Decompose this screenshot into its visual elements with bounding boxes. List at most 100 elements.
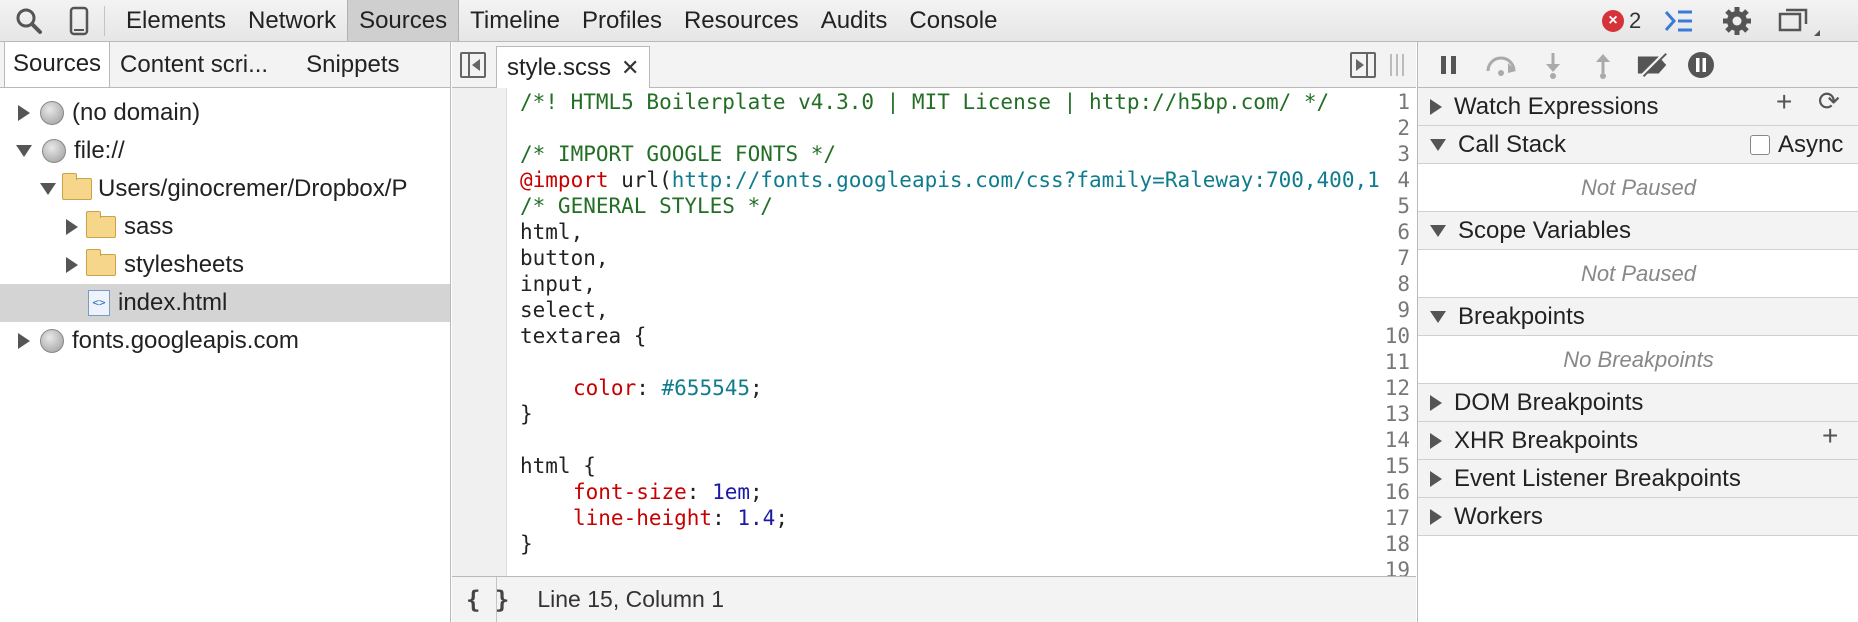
call-stack-empty: Not Paused [1418, 164, 1858, 212]
search-icon[interactable] [12, 4, 46, 38]
pretty-print-button[interactable]: { } [466, 586, 509, 614]
tab-content-scripts[interactable]: Content scri... [112, 43, 276, 87]
breakpoints-empty: No Breakpoints [1418, 336, 1858, 384]
workers-header[interactable]: Workers [1418, 498, 1858, 536]
expand-triangle-icon[interactable] [66, 257, 78, 273]
pane-title: Workers [1454, 502, 1543, 530]
tab-sources[interactable]: Sources [347, 0, 460, 41]
expand-triangle-icon[interactable] [1430, 98, 1442, 115]
tree-item-index-html[interactable]: <> index.html [0, 284, 450, 322]
event-listener-breakpoints-header[interactable]: Event Listener Breakpoints [1418, 460, 1858, 498]
expand-triangle-icon[interactable] [18, 105, 30, 121]
line-number[interactable]: 16 [1370, 479, 1410, 505]
tab-sources-navigator[interactable]: Sources [4, 42, 111, 87]
tab-profiles[interactable]: Profiles [571, 0, 673, 41]
line-number[interactable]: 15 [1370, 453, 1410, 479]
toggle-debugger-icon[interactable] [1350, 52, 1376, 78]
line-number[interactable]: 3 [1370, 141, 1410, 167]
tab-audits[interactable]: Audits [810, 0, 899, 41]
line-number[interactable]: 17 [1370, 505, 1410, 531]
tree-item-no-domain[interactable]: (no domain) [0, 94, 450, 132]
xhr-breakpoints-header[interactable]: XHR Breakpoints + [1418, 420, 1858, 460]
line-number[interactable]: 13 [1370, 401, 1410, 427]
console-drawer-icon[interactable] [1662, 4, 1696, 38]
code-line: @import url(http://fonts.googleapis.com/… [520, 167, 1380, 193]
code-line: /*! HTML5 Boilerplate v4.3.0 | MIT Licen… [520, 90, 1330, 114]
error-counter[interactable]: × 2 [1602, 8, 1641, 34]
panel-tabs: Elements Network Sources Timeline Profil… [115, 0, 1008, 41]
gear-icon[interactable] [1720, 4, 1754, 38]
line-number[interactable]: 5 [1370, 193, 1410, 219]
tab-elements[interactable]: Elements [115, 0, 237, 41]
collapse-triangle-icon[interactable] [1430, 138, 1446, 151]
expand-triangle-icon[interactable] [1430, 394, 1442, 411]
async-checkbox[interactable] [1750, 135, 1770, 155]
add-watch-icon[interactable]: + [1776, 86, 1792, 118]
dom-breakpoints-header[interactable]: DOM Breakpoints [1418, 384, 1858, 422]
line-number[interactable]: 11 [1370, 349, 1410, 375]
expand-triangle-icon[interactable] [1430, 508, 1442, 525]
line-number[interactable]: 6 [1370, 219, 1410, 245]
tab-network[interactable]: Network [237, 0, 347, 41]
step-out-icon[interactable] [1586, 48, 1620, 82]
code-line: } [520, 532, 533, 556]
navigator-panel: Sources Content scri... Snippets (no dom… [0, 42, 451, 622]
pause-on-exceptions-icon[interactable] [1684, 48, 1718, 82]
tab-console[interactable]: Console [898, 0, 1008, 41]
call-stack-header[interactable]: Call Stack Async [1418, 126, 1858, 164]
expand-triangle-icon[interactable] [1430, 470, 1442, 487]
scope-variables-header[interactable]: Scope Variables [1418, 212, 1858, 250]
line-number[interactable]: 12 [1370, 375, 1410, 401]
code-semicolon: ; [775, 506, 788, 530]
watch-expressions-header[interactable]: Watch Expressions + ⟳ [1418, 86, 1858, 126]
refresh-icon[interactable]: ⟳ [1818, 86, 1840, 117]
line-number[interactable]: 10 [1370, 323, 1410, 349]
line-number[interactable]: 19 [1370, 557, 1410, 576]
line-number[interactable]: 1 [1370, 89, 1410, 115]
deactivate-breakpoints-icon[interactable] [1636, 48, 1670, 82]
tab-timeline[interactable]: Timeline [459, 0, 571, 41]
pane-title: Call Stack [1458, 130, 1567, 158]
pause-icon[interactable] [1432, 48, 1466, 82]
expand-triangle-icon[interactable] [18, 333, 30, 349]
line-number[interactable]: 8 [1370, 271, 1410, 297]
close-icon[interactable]: ✕ [621, 48, 639, 88]
expand-triangle-icon[interactable] [1430, 432, 1442, 449]
tree-item-stylesheets[interactable]: stylesheets [0, 246, 450, 284]
tree-item-users-folder[interactable]: Users/ginocremer/Dropbox/P [0, 170, 450, 208]
folder-icon [86, 211, 116, 238]
code-line: html { [520, 454, 596, 478]
collapse-triangle-icon[interactable] [1430, 224, 1446, 237]
step-over-icon[interactable] [1484, 48, 1518, 82]
tab-resources[interactable]: Resources [673, 0, 810, 41]
collapse-triangle-icon[interactable] [16, 145, 32, 157]
folder-icon [86, 249, 116, 276]
breakpoints-header[interactable]: Breakpoints [1418, 298, 1858, 336]
step-into-icon[interactable] [1536, 48, 1570, 82]
code-line: /* GENERAL STYLES */ [520, 194, 773, 218]
tree-item-label: index.html [118, 289, 228, 316]
dock-side-icon[interactable] [1776, 4, 1810, 38]
line-number[interactable]: 9 [1370, 297, 1410, 323]
add-xhr-breakpoint-icon[interactable]: + [1822, 420, 1838, 452]
code-editor[interactable]: 1 2 3 4 5 6 7 8 9 10 11 12 13 14 15 16 1… [452, 88, 1416, 576]
editor-tab-style-scss[interactable]: style.scss ✕ [496, 46, 651, 88]
error-icon: × [1602, 10, 1624, 32]
debugger-toolbar [1418, 42, 1858, 88]
code-line: color: #655545; [573, 375, 763, 401]
line-number[interactable]: 14 [1370, 427, 1410, 453]
toggle-navigator-icon[interactable] [460, 52, 486, 78]
tree-item-sass[interactable]: sass [0, 208, 450, 246]
line-number[interactable]: 18 [1370, 531, 1410, 557]
collapse-triangle-icon[interactable] [1430, 310, 1446, 323]
device-mode-icon[interactable] [62, 4, 96, 38]
status-divider [496, 577, 497, 622]
collapse-triangle-icon[interactable] [40, 183, 56, 195]
tree-item-fonts-googleapis[interactable]: fonts.googleapis.com [0, 322, 450, 360]
tab-snippets[interactable]: Snippets [298, 43, 407, 87]
tree-item-file[interactable]: file:// [0, 132, 450, 170]
line-number[interactable]: 7 [1370, 245, 1410, 271]
line-number[interactable]: 2 [1370, 115, 1410, 141]
expand-triangle-icon[interactable] [66, 219, 78, 235]
resize-handle-icon[interactable] [1390, 54, 1404, 76]
